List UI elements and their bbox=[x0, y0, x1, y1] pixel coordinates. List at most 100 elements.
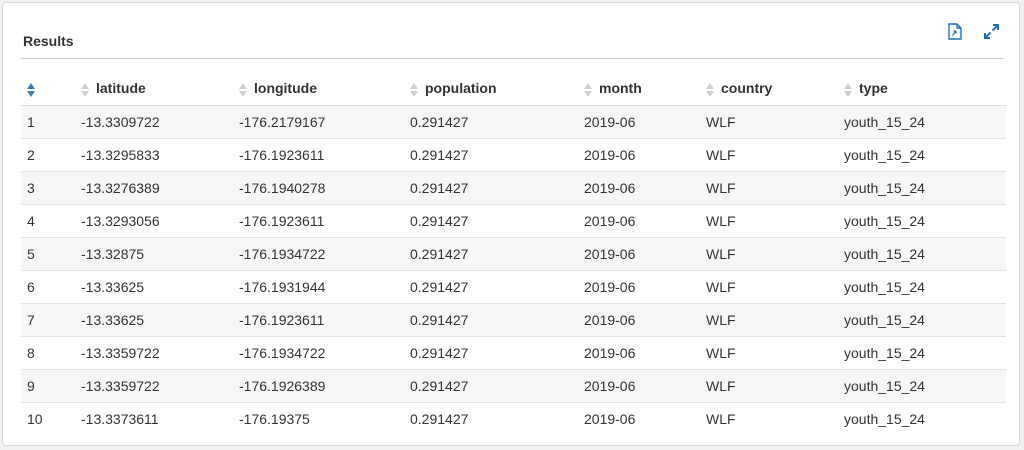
table-cell: 2019-06 bbox=[578, 171, 700, 205]
sort-icon bbox=[27, 82, 36, 98]
table-cell: WLF bbox=[700, 105, 838, 139]
table-cell: 9 bbox=[21, 369, 75, 403]
table-cell: youth_15_24 bbox=[838, 303, 1006, 337]
table-cell: 3 bbox=[21, 171, 75, 205]
sort-icon bbox=[584, 82, 593, 98]
column-label: type bbox=[859, 80, 888, 97]
column-label: country bbox=[721, 80, 773, 97]
table-cell: 2019-06 bbox=[578, 402, 700, 435]
table-cell: -13.33625 bbox=[75, 303, 233, 337]
table-cell: 2019-06 bbox=[578, 237, 700, 271]
table-row: 10 -13.3373611 -176.19375 0.291427 2019-06 WL… bbox=[21, 402, 1006, 435]
table-cell: 1 bbox=[21, 105, 75, 139]
table-cell: 5 bbox=[21, 237, 75, 271]
table-cell: WLF bbox=[700, 237, 838, 271]
table-cell: -13.33625 bbox=[75, 270, 233, 304]
table-cell: youth_15_24 bbox=[838, 336, 1006, 370]
table-row: 3 -13.3276389 -176.1940278 0.291427 2019-06 W… bbox=[21, 171, 1006, 205]
column-label: month bbox=[599, 80, 642, 97]
column-header-month[interactable]: month bbox=[578, 73, 700, 106]
table-cell: WLF bbox=[700, 336, 838, 370]
results-table: latitude longitude population month country t… bbox=[21, 73, 1006, 435]
sort-icon bbox=[410, 82, 419, 98]
expand-icon[interactable] bbox=[981, 21, 1001, 41]
table-row: 1 -13.3309722 -176.2179167 0.291427 2019-06 W… bbox=[21, 105, 1006, 139]
table-cell: -176.1931944 bbox=[233, 270, 404, 304]
table-cell: 6 bbox=[21, 270, 75, 304]
table-cell: -176.1934722 bbox=[233, 237, 404, 271]
table-cell: 10 bbox=[21, 402, 75, 435]
table-cell: 2019-06 bbox=[578, 336, 700, 370]
column-header-index[interactable] bbox=[21, 73, 75, 106]
table-cell: 0.291427 bbox=[404, 369, 578, 403]
table-cell: 2019-06 bbox=[578, 303, 700, 337]
table-row: 5 -13.32875 -176.1934722 0.291427 2019-06 WLF… bbox=[21, 237, 1006, 271]
table-cell: 2019-06 bbox=[578, 105, 700, 139]
table-cell: youth_15_24 bbox=[838, 402, 1006, 435]
table-cell: youth_15_24 bbox=[838, 237, 1006, 271]
table-cell: youth_15_24 bbox=[838, 270, 1006, 304]
table-row: 7 -13.33625 -176.1923611 0.291427 2019-06 WLF… bbox=[21, 303, 1006, 337]
table-cell: 0.291427 bbox=[404, 204, 578, 238]
results-panel: Results latitude longitude population month… bbox=[2, 2, 1020, 446]
table-cell: youth_15_24 bbox=[838, 204, 1006, 238]
table-row: 2 -13.3295833 -176.1923611 0.291427 2019-06 W… bbox=[21, 138, 1006, 172]
table-row: 6 -13.33625 -176.1931944 0.291427 2019-06 WLF… bbox=[21, 270, 1006, 304]
table-cell: 0.291427 bbox=[404, 171, 578, 205]
table-cell: 2019-06 bbox=[578, 204, 700, 238]
sort-icon bbox=[844, 82, 853, 98]
table-cell: -176.1940278 bbox=[233, 171, 404, 205]
table-header-row: latitude longitude population month country t… bbox=[21, 73, 1006, 106]
table-cell: -13.3373611 bbox=[75, 402, 233, 435]
table-cell: -176.2179167 bbox=[233, 105, 404, 139]
export-document-icon[interactable] bbox=[945, 21, 965, 41]
table-cell: 0.291427 bbox=[404, 138, 578, 172]
column-label: latitude bbox=[96, 80, 146, 97]
column-label: longitude bbox=[254, 80, 317, 97]
table-row: 9 -13.3359722 -176.1926389 0.291427 2019-06 W… bbox=[21, 369, 1006, 403]
column-header-type[interactable]: type bbox=[838, 73, 1006, 106]
table-cell: 2019-06 bbox=[578, 138, 700, 172]
table-cell: -13.3309722 bbox=[75, 105, 233, 139]
column-header-population[interactable]: population bbox=[404, 73, 578, 106]
table-body: 1 -13.3309722 -176.2179167 0.291427 2019-06 W… bbox=[21, 105, 1006, 435]
table-cell: 2 bbox=[21, 138, 75, 172]
column-header-latitude[interactable]: latitude bbox=[75, 73, 233, 106]
table-cell: WLF bbox=[700, 402, 838, 435]
table-cell: -176.1923611 bbox=[233, 204, 404, 238]
table-cell: 4 bbox=[21, 204, 75, 238]
table-cell: -13.3293056 bbox=[75, 204, 233, 238]
table-cell: WLF bbox=[700, 171, 838, 205]
table-cell: 8 bbox=[21, 336, 75, 370]
table-cell: WLF bbox=[700, 270, 838, 304]
table-cell: youth_15_24 bbox=[838, 138, 1006, 172]
sort-icon bbox=[706, 82, 715, 98]
table-cell: -176.19375 bbox=[233, 402, 404, 435]
table-cell: -13.3359722 bbox=[75, 369, 233, 403]
table-row: 4 -13.3293056 -176.1923611 0.291427 2019-06 W… bbox=[21, 204, 1006, 238]
title-divider bbox=[21, 58, 1004, 59]
panel-toolbar bbox=[945, 21, 1001, 41]
table-cell: -176.1934722 bbox=[233, 336, 404, 370]
table-cell: 2019-06 bbox=[578, 270, 700, 304]
table-cell: 2019-06 bbox=[578, 369, 700, 403]
table-cell: WLF bbox=[700, 138, 838, 172]
table-cell: youth_15_24 bbox=[838, 369, 1006, 403]
table-row: 8 -13.3359722 -176.1934722 0.291427 2019-06 W… bbox=[21, 336, 1006, 370]
table-cell: WLF bbox=[700, 204, 838, 238]
table-cell: 7 bbox=[21, 303, 75, 337]
table-cell: WLF bbox=[700, 303, 838, 337]
table-cell: youth_15_24 bbox=[838, 171, 1006, 205]
column-label: population bbox=[425, 80, 497, 97]
column-header-country[interactable]: country bbox=[700, 73, 838, 106]
table-cell: -176.1923611 bbox=[233, 138, 404, 172]
table-cell: WLF bbox=[700, 369, 838, 403]
panel-title: Results bbox=[23, 33, 74, 49]
table-cell: 0.291427 bbox=[404, 105, 578, 139]
table-cell: -13.3295833 bbox=[75, 138, 233, 172]
sort-icon bbox=[81, 82, 90, 98]
table-cell: 0.291427 bbox=[404, 270, 578, 304]
table-cell: 0.291427 bbox=[404, 336, 578, 370]
column-header-longitude[interactable]: longitude bbox=[233, 73, 404, 106]
table-cell: youth_15_24 bbox=[838, 105, 1006, 139]
